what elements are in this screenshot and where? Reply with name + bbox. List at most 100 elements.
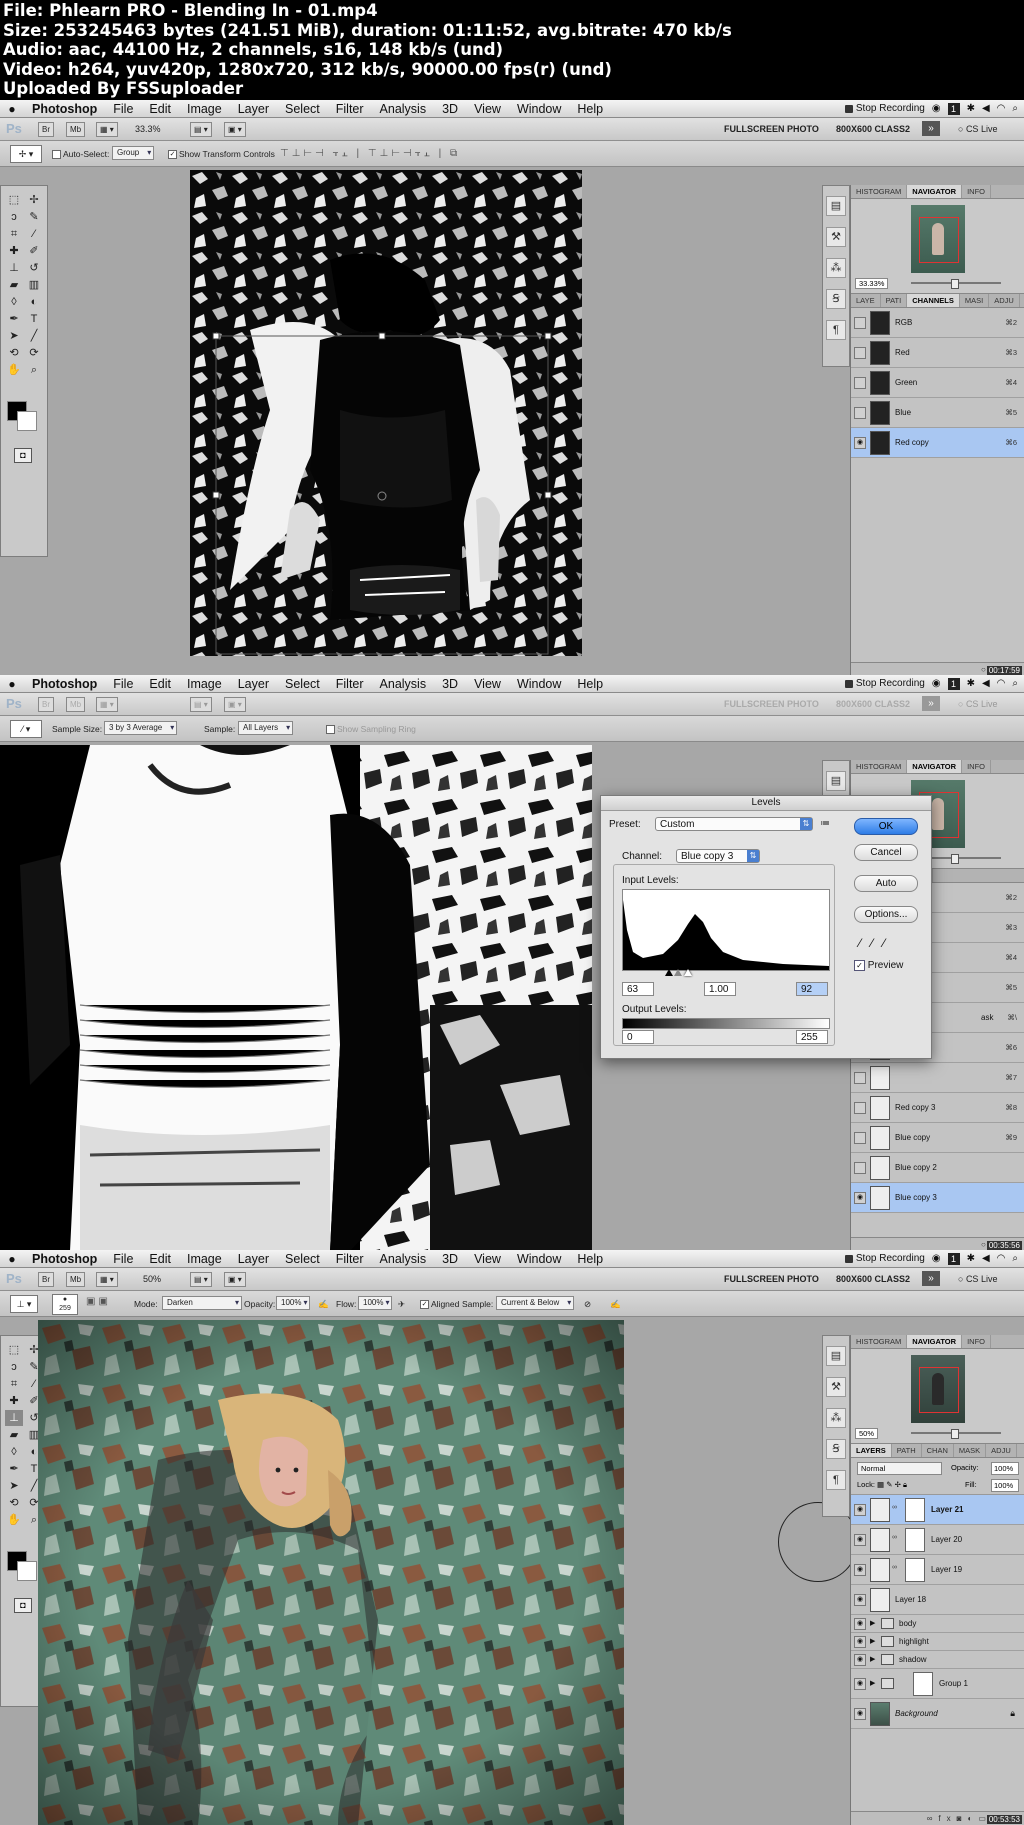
background-layer-row[interactable]: ◉ Background 🔒︎: [851, 1699, 1024, 1729]
blend-mode-select[interactable]: Normal: [857, 1462, 942, 1475]
lock-transparency-icon[interactable]: ▦: [877, 1480, 884, 1489]
tab-info[interactable]: INFO: [962, 760, 991, 773]
spotlight-icon[interactable]: ⌕: [1012, 678, 1018, 689]
lock-pixels-icon[interactable]: ✎: [886, 1480, 892, 1489]
brush-tool-icon[interactable]: ✐: [25, 243, 43, 259]
type-tool-icon[interactable]: T: [25, 311, 43, 327]
channel-row[interactable]: Red copy 3 ⌘8: [851, 1093, 1024, 1123]
character-panel-icon[interactable]: Ꞩ: [826, 289, 846, 309]
quick-mask-icon[interactable]: ◘: [14, 448, 32, 463]
layer-mask-thumbnail[interactable]: [905, 1498, 925, 1522]
group-row[interactable]: ◉ ▶ shadow: [851, 1651, 1024, 1669]
view-extras-icon[interactable]: ▦ ▾: [96, 1272, 118, 1287]
mode-select[interactable]: Darken: [162, 1296, 242, 1310]
layer-mask-thumbnail[interactable]: [905, 1528, 925, 1552]
preset-select[interactable]: Custom: [655, 817, 813, 831]
healing-tool-icon[interactable]: ✚: [5, 243, 23, 259]
document-canvas[interactable]: [190, 170, 582, 656]
aligned-checkbox[interactable]: ✓ Aligned: [420, 1299, 459, 1310]
menu-select[interactable]: Select: [277, 1252, 328, 1266]
auto-button[interactable]: Auto: [854, 875, 918, 892]
paragraph-panel-icon[interactable]: ¶: [826, 1470, 846, 1490]
actions-panel-icon[interactable]: ⚒: [826, 227, 846, 247]
stop-recording-button[interactable]: Stop Recording: [844, 678, 925, 689]
bridge-icon[interactable]: Br: [38, 122, 54, 137]
black-point-handle[interactable]: [665, 969, 673, 976]
menu-layer[interactable]: Layer: [230, 1252, 277, 1266]
navigator-thumbnail[interactable]: [911, 205, 965, 273]
zoom-level[interactable]: 33.3%: [135, 124, 161, 134]
document-canvas[interactable]: [0, 745, 592, 1251]
tab-masks[interactable]: MASI: [960, 294, 990, 307]
apple-icon[interactable]: ●: [0, 677, 24, 691]
volume-icon[interactable]: ◀: [982, 678, 990, 689]
tab-histogram[interactable]: HISTOGRAM: [851, 760, 908, 773]
show-transform-checkbox[interactable]: ✓ Show Transform Controls: [168, 149, 275, 160]
menubar-badge[interactable]: 1: [947, 677, 960, 690]
eyedropper-tool-icon[interactable]: ⁄: [25, 226, 43, 242]
eyedropper-preset-icon[interactable]: ⁄ ▾: [10, 720, 42, 738]
document-canvas[interactable]: [38, 1320, 624, 1825]
healing-tool-icon[interactable]: ✚: [5, 1393, 23, 1409]
tab-navigator[interactable]: NAVIGATOR: [907, 760, 963, 773]
auto-select-checkbox[interactable]: Auto-Select:: [52, 149, 109, 160]
navigator-zoom-field[interactable]: 50%: [855, 1428, 879, 1439]
visibility-icon[interactable]: [854, 317, 866, 329]
preset-options-icon[interactable]: ≔: [820, 818, 830, 829]
workspace-fullscreen-photo[interactable]: FULLSCREEN PHOTO: [724, 124, 819, 134]
menu-filter[interactable]: Filter: [328, 1252, 372, 1266]
path-select-tool-icon[interactable]: ➤: [5, 328, 23, 344]
tab-info[interactable]: INFO: [962, 1335, 991, 1348]
menu-image[interactable]: Image: [179, 102, 230, 116]
menu-view[interactable]: View: [466, 102, 509, 116]
menu-app-photoshop[interactable]: Photoshop: [24, 1252, 105, 1266]
quick-mask-icon[interactable]: ◘: [14, 1598, 32, 1613]
auto-select-group-select[interactable]: Group: [112, 146, 155, 160]
gradient-tool-icon[interactable]: ▥: [25, 277, 43, 293]
tab-masks[interactable]: MASK: [954, 1444, 987, 1457]
eye-icon[interactable]: ◉: [854, 1594, 866, 1606]
history-panel-icon[interactable]: ▤: [826, 1346, 846, 1366]
eye-icon[interactable]: ◉: [854, 1504, 866, 1516]
channel-row[interactable]: Blue ⌘5: [851, 398, 1024, 428]
screen-mode-icon[interactable]: ▣ ▾: [224, 122, 246, 137]
workspace-more-icon[interactable]: »: [922, 121, 940, 136]
menu-select[interactable]: Select: [277, 677, 328, 691]
menu-app-photoshop[interactable]: Photoshop: [24, 102, 105, 116]
layer-mask-thumbnail[interactable]: [905, 1558, 925, 1582]
gamma-handle[interactable]: [674, 969, 682, 976]
fill-field[interactable]: 100%: [991, 1479, 1019, 1492]
menu-help[interactable]: Help: [569, 1252, 611, 1266]
history-panel-icon[interactable]: ▤: [826, 196, 846, 216]
menu-view[interactable]: View: [466, 1252, 509, 1266]
flow-field[interactable]: 100%: [358, 1296, 393, 1310]
channel-row[interactable]: Blue copy ⌘9: [851, 1123, 1024, 1153]
menu-3d[interactable]: 3D: [434, 1252, 466, 1266]
eye-icon[interactable]: ◉: [854, 1618, 866, 1630]
apple-icon[interactable]: ●: [0, 102, 24, 116]
tab-histogram[interactable]: HISTOGRAM: [851, 1335, 908, 1348]
tab-channels[interactable]: CHANNELS: [907, 294, 960, 307]
channel-row-selected[interactable]: ◉ Blue copy 3: [851, 1183, 1024, 1213]
menu-file[interactable]: File: [105, 102, 141, 116]
lock-position-icon[interactable]: ✢: [895, 1480, 901, 1489]
tab-navigator[interactable]: NAVIGATOR: [907, 185, 963, 198]
crop-tool-icon[interactable]: ⌗: [5, 226, 23, 242]
visibility-icon[interactable]: [854, 377, 866, 389]
workspace-800x600[interactable]: 800X600 CLASS2: [836, 124, 910, 134]
input-black-field[interactable]: 63: [622, 982, 654, 996]
brushes-panel-icon[interactable]: ⁂: [826, 1408, 846, 1428]
hand-tool-icon[interactable]: ✋: [5, 1512, 23, 1528]
wifi-icon[interactable]: ◠: [997, 103, 1006, 114]
visibility-icon[interactable]: [854, 1132, 866, 1144]
channel-row[interactable]: Red ⌘3: [851, 338, 1024, 368]
arrange-documents-icon[interactable]: ▤ ▾: [190, 1272, 212, 1287]
eraser-tool-icon[interactable]: ▰: [5, 277, 23, 293]
menu-3d[interactable]: 3D: [434, 677, 466, 691]
blur-tool-icon[interactable]: ◊: [5, 1444, 23, 1460]
navigator-thumbnail[interactable]: [911, 1355, 965, 1423]
menubar-badge[interactable]: 1: [947, 1252, 960, 1265]
output-black-field[interactable]: 0: [622, 1030, 654, 1044]
disclosure-triangle-icon[interactable]: ▶: [870, 1679, 875, 1687]
bridge-icon[interactable]: Br: [38, 1272, 54, 1287]
